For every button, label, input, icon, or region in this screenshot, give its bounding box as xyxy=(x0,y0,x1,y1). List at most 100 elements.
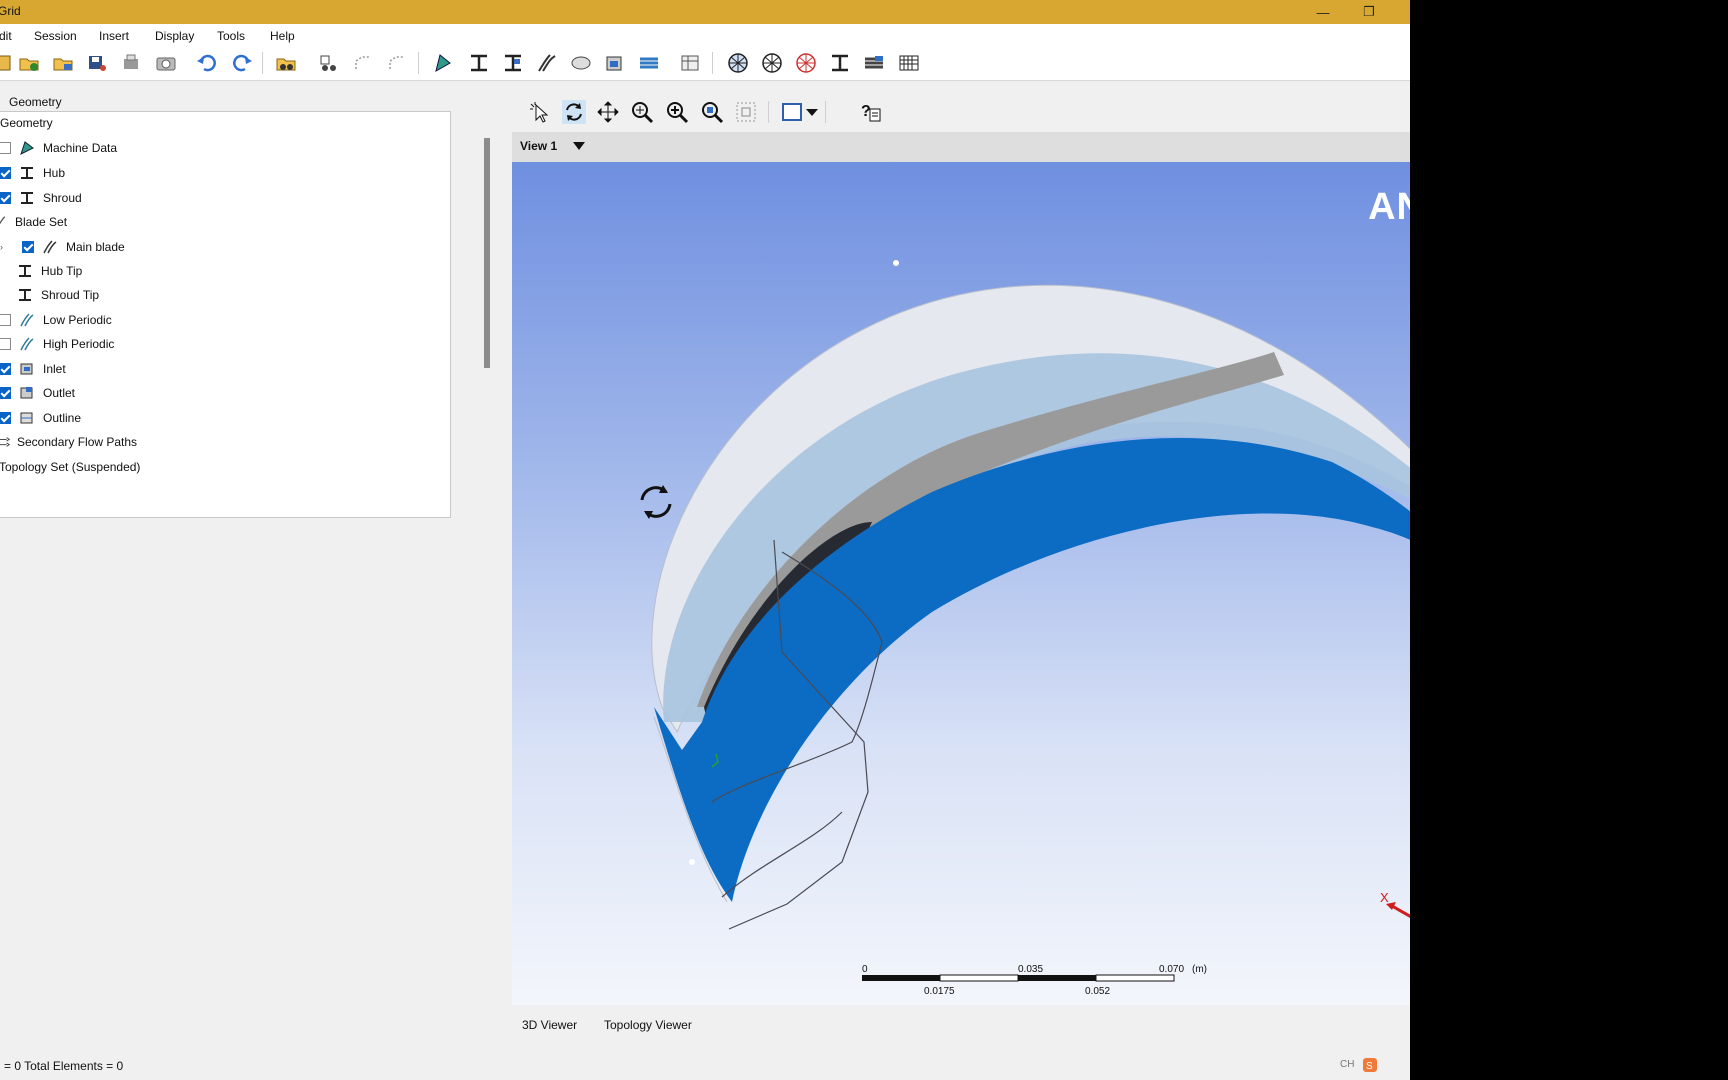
svg-text:0.0175: 0.0175 xyxy=(924,986,955,997)
menu-session[interactable]: Session xyxy=(34,29,77,43)
load-icon[interactable] xyxy=(275,53,297,73)
select-cursor-icon[interactable] xyxy=(527,100,551,124)
tree-item-secondary-flow-paths[interactable]: Secondary Flow Paths xyxy=(0,431,137,453)
machine-data-icon[interactable] xyxy=(432,53,454,73)
curve-b-icon[interactable] xyxy=(386,53,408,73)
checkbox-checked[interactable] xyxy=(22,241,34,253)
checkbox[interactable] xyxy=(0,142,11,154)
checkbox-checked[interactable] xyxy=(0,387,11,399)
wheel-view-c-icon[interactable] xyxy=(795,53,817,73)
inlet-icon xyxy=(20,363,33,375)
checkbox[interactable] xyxy=(0,338,11,350)
tree-item-outline[interactable]: Outline xyxy=(0,407,81,429)
layers-icon[interactable] xyxy=(638,53,660,73)
menu-display[interactable]: Display xyxy=(155,29,194,43)
periodic-icon xyxy=(20,313,34,327)
window-title: Grid xyxy=(0,4,21,18)
display-mode-icon[interactable] xyxy=(780,100,804,124)
checkbox-checked[interactable] xyxy=(0,363,11,375)
pan-icon[interactable] xyxy=(596,100,620,124)
periodic-icon xyxy=(20,337,34,351)
hub-icon[interactable] xyxy=(468,53,490,73)
tree-item-topology-set[interactable]: Topology Set (Suspended) xyxy=(0,456,140,478)
geometry-tab[interactable]: Geometry xyxy=(0,91,450,111)
tree-item-blade-set[interactable]: Blade Set xyxy=(0,211,67,233)
svg-text:0.070: 0.070 xyxy=(1159,964,1184,975)
shroud-icon xyxy=(21,192,33,204)
tree-item-high-periodic[interactable]: High Periodic xyxy=(0,333,114,355)
ime-indicator[interactable]: CH xyxy=(1340,1059,1354,1070)
title-bar: Grid — ❐ ✕ xyxy=(0,0,1410,24)
wheel-view-a-icon[interactable] xyxy=(727,53,749,73)
mesh-icon[interactable] xyxy=(898,53,920,73)
tree-item-outlet[interactable]: Outlet xyxy=(0,382,75,404)
zoom-fit-icon[interactable] xyxy=(700,100,724,124)
tab-3d-viewer[interactable]: 3D Viewer xyxy=(522,1018,577,1032)
periodic-icon[interactable] xyxy=(570,53,592,73)
application-window: Grid — ❐ ✕ dit Session Insert Display To… xyxy=(0,0,1410,1080)
menu-insert[interactable]: Insert xyxy=(99,29,129,43)
machine-data-icon xyxy=(20,141,34,155)
view-header: View 1 xyxy=(512,132,1410,162)
restore-button[interactable]: ❐ xyxy=(1346,0,1392,24)
svg-text:(m): (m) xyxy=(1192,964,1207,975)
link-icon[interactable] xyxy=(318,53,340,73)
zoom-icon[interactable] xyxy=(630,100,654,124)
tree-item-inlet[interactable]: Inlet xyxy=(0,358,66,380)
rotate-icon[interactable] xyxy=(562,100,586,124)
save-icon[interactable] xyxy=(86,53,108,73)
print-icon[interactable] xyxy=(120,53,142,73)
expand-chevron-icon[interactable]: › xyxy=(0,242,22,252)
stack-icon[interactable] xyxy=(863,53,885,73)
checkbox-checked[interactable] xyxy=(0,412,11,424)
screenshot-icon[interactable] xyxy=(155,53,177,73)
tree-item-hub[interactable]: Hub xyxy=(0,162,65,184)
tree-item-main-blade[interactable]: › Main blade xyxy=(0,236,125,258)
outline-icon[interactable] xyxy=(829,53,851,73)
checkbox-checked[interactable] xyxy=(0,167,11,179)
checkbox[interactable] xyxy=(0,314,11,326)
open-folder-icon[interactable] xyxy=(52,53,74,73)
tree-item-shroud-tip[interactable]: Shroud Tip xyxy=(17,284,99,306)
status-text: = 0 Total Elements = 0 xyxy=(4,1059,124,1073)
viewer-toolbar: ? xyxy=(512,98,1410,128)
undo-icon[interactable] xyxy=(196,53,218,73)
view-dropdown-icon[interactable] xyxy=(572,140,586,152)
menu-edit[interactable]: dit xyxy=(0,29,12,43)
inlet-icon[interactable] xyxy=(604,53,626,73)
menu-help[interactable]: Help xyxy=(270,29,295,43)
chevron-down-icon[interactable] xyxy=(804,100,820,124)
outline-icon xyxy=(20,412,33,424)
menu-bar: dit Session Insert Display Tools Help xyxy=(0,24,1410,46)
hub-tip-icon xyxy=(19,265,31,277)
axis-triad: X Y Z xyxy=(1380,890,1410,918)
tree-root-geometry[interactable]: Geometry xyxy=(0,112,53,134)
tree-item-machine-data[interactable]: Machine Data xyxy=(0,137,117,159)
tree-item-low-periodic[interactable]: Low Periodic xyxy=(0,309,112,331)
wheel-view-b-icon[interactable] xyxy=(761,53,783,73)
blade-set-icon xyxy=(0,216,6,225)
tab-topology-viewer[interactable]: Topology Viewer xyxy=(604,1018,692,1032)
open-file-icon[interactable] xyxy=(18,53,40,73)
zoom-box-icon[interactable] xyxy=(665,100,689,124)
curve-a-icon[interactable] xyxy=(352,53,374,73)
shroud-icon[interactable] xyxy=(502,53,524,73)
hub-icon xyxy=(21,167,33,179)
new-session-icon[interactable] xyxy=(0,53,16,73)
checkbox-checked[interactable] xyxy=(0,192,11,204)
table-icon[interactable] xyxy=(679,53,701,73)
svg-text:0.035: 0.035 xyxy=(1018,964,1043,975)
redo-icon[interactable] xyxy=(231,53,253,73)
menu-tools[interactable]: Tools xyxy=(217,29,245,43)
fit-view-icon[interactable] xyxy=(734,100,758,124)
help-icon[interactable]: ? xyxy=(859,100,883,124)
sogou-tray-icon[interactable]: S xyxy=(1362,1057,1378,1073)
minimize-button[interactable]: — xyxy=(1300,0,1346,24)
3d-viewport[interactable]: ANSYS 2020 R1 xyxy=(512,162,1410,1005)
tree-item-shroud[interactable]: Shroud xyxy=(0,187,82,209)
tree-item-hub-tip[interactable]: Hub Tip xyxy=(17,260,82,282)
blade-icon xyxy=(43,240,57,254)
tree-scrollbar[interactable] xyxy=(484,138,490,368)
close-button[interactable]: ✕ xyxy=(1394,0,1410,24)
blade-icon[interactable] xyxy=(536,53,558,73)
